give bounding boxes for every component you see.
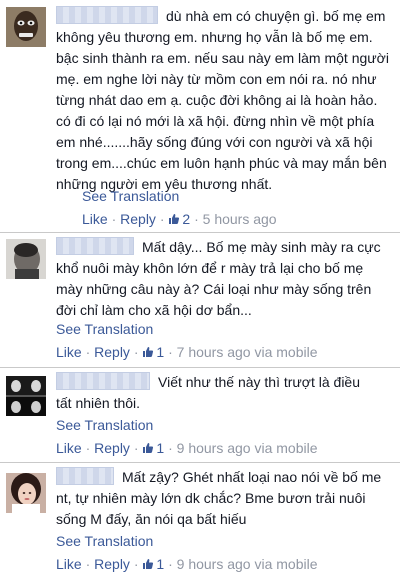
reply-button[interactable]: Reply — [94, 556, 130, 572]
comment-item: dù nhà em có chuyện gì. bố mẹ em không y… — [0, 0, 400, 233]
comment-text: Mất dậy... Bố mẹ mày sinh mày ra cực khổ… — [56, 237, 388, 321]
comment-item: Viết như thế này thì trượt là điều tất n… — [0, 368, 400, 463]
see-translation-link[interactable]: See Translation — [56, 417, 153, 433]
comment-text: Viết như thế này thì trượt là điều tất n… — [56, 372, 376, 414]
commenter-name[interactable] — [56, 467, 114, 485]
like-button[interactable]: Like — [56, 440, 82, 456]
comment-actions: Like · Reply · 2 · 5 hours ago — [82, 211, 277, 227]
like-count[interactable]: 1 — [142, 344, 164, 360]
like-count[interactable]: 1 — [142, 440, 164, 456]
commenter-name[interactable] — [56, 372, 150, 390]
like-button[interactable]: Like — [82, 211, 108, 227]
see-translation-link[interactable]: See Translation — [82, 188, 179, 204]
timestamp[interactable]: 9 hours ago — [177, 556, 251, 572]
comment-actions: Like · Reply · 1 · 9 hours ago via mobil… — [56, 440, 318, 456]
comment-text: dù nhà em có chuyện gì. bố mẹ em không y… — [56, 6, 394, 195]
comment-item: Mất dậy... Bố mẹ mày sinh mày ra cực khổ… — [0, 233, 400, 368]
like-count[interactable]: 1 — [142, 556, 164, 572]
comment-body: dù nhà em có chuyện gì. bố mẹ em không y… — [56, 8, 389, 192]
like-button[interactable]: Like — [56, 556, 82, 572]
commenter-name[interactable] — [56, 6, 158, 24]
comment-actions: Like · Reply · 1 · 9 hours ago via mobil… — [56, 556, 318, 572]
like-button[interactable]: Like — [56, 344, 82, 360]
comment-text: Mất zậy? Ghét nhất loại nao nói về bố me… — [56, 467, 382, 530]
thumbs-up-icon — [142, 442, 154, 454]
avatar[interactable] — [6, 239, 46, 279]
thumbs-up-icon — [142, 558, 154, 570]
avatar[interactable] — [6, 473, 46, 513]
comment-item: Mất zậy? Ghét nhất loại nao nói về bố me… — [0, 463, 400, 582]
via-mobile: via mobile — [254, 344, 318, 360]
avatar[interactable] — [6, 376, 46, 416]
thumbs-up-icon — [142, 346, 154, 358]
person-avatar-icon — [6, 239, 46, 279]
reply-button[interactable]: Reply — [120, 211, 156, 227]
person-avatar-icon — [6, 376, 46, 416]
timestamp[interactable]: 5 hours ago — [203, 211, 277, 227]
via-mobile: via mobile — [254, 440, 318, 456]
person-avatar-icon — [6, 7, 46, 47]
reply-button[interactable]: Reply — [94, 440, 130, 456]
avatar[interactable] — [6, 7, 46, 47]
like-count[interactable]: 2 — [168, 211, 190, 227]
timestamp[interactable]: 9 hours ago — [177, 440, 251, 456]
person-avatar-icon — [6, 473, 46, 513]
see-translation-link[interactable]: See Translation — [56, 321, 153, 337]
comment-actions: Like · Reply · 1 · 7 hours ago via mobil… — [56, 344, 318, 360]
see-translation-link[interactable]: See Translation — [56, 533, 153, 549]
timestamp[interactable]: 7 hours ago — [177, 344, 251, 360]
commenter-name[interactable] — [56, 237, 134, 255]
thumbs-up-icon — [168, 213, 180, 225]
via-mobile: via mobile — [254, 556, 318, 572]
reply-button[interactable]: Reply — [94, 344, 130, 360]
